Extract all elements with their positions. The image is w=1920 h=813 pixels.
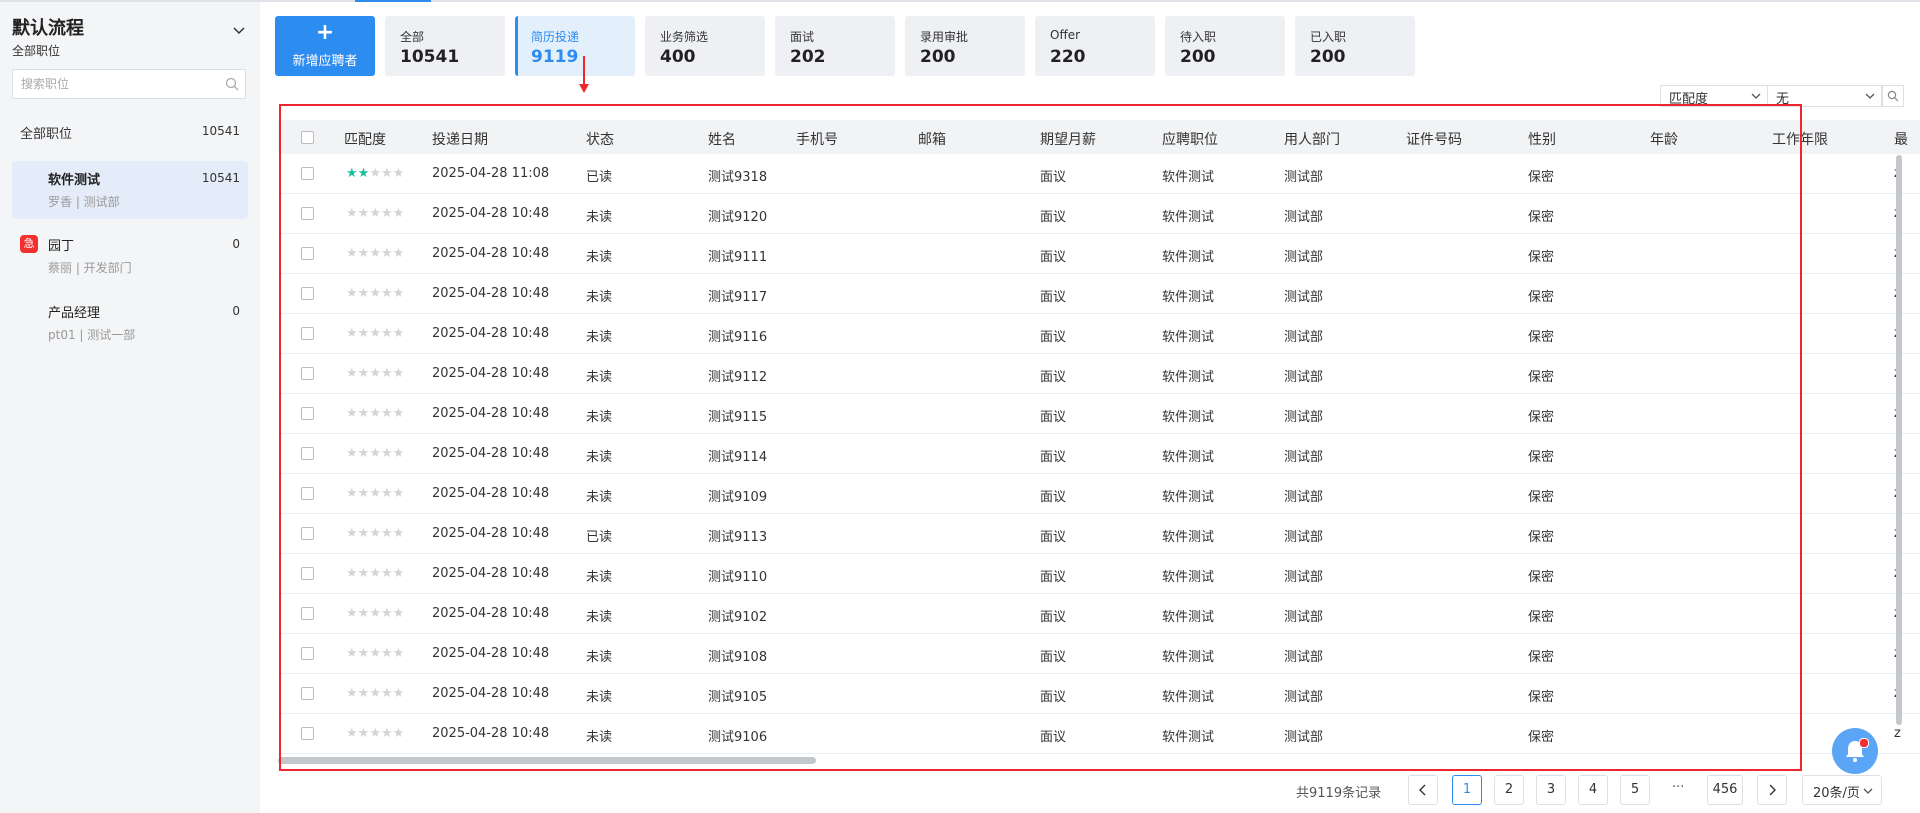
page-button[interactable]: 1 — [1452, 775, 1482, 805]
job-name: 产品经理 — [48, 306, 101, 321]
search-icon[interactable] — [225, 77, 239, 91]
active-tab-indicator — [355, 0, 431, 2]
all-jobs-label[interactable]: 全部职位 — [20, 123, 72, 142]
stage-count: 10541 — [400, 47, 460, 67]
job-item-gardener[interactable]: 急 园丁 蔡丽 | 开发部门 0 — [12, 227, 248, 285]
stage-tab[interactable]: 业务筛选 400 — [645, 16, 765, 76]
job-count: 0 — [232, 304, 240, 318]
stage-count: 200 — [1180, 47, 1216, 67]
stage-count: 400 — [660, 47, 696, 67]
page-button[interactable]: 3 — [1536, 775, 1566, 805]
stage-tab[interactable]: 全部 10541 — [385, 16, 505, 76]
column-header[interactable]: 最 — [1894, 129, 1908, 149]
stage-count: 200 — [1310, 47, 1346, 67]
vertical-scrollbar[interactable] — [1896, 155, 1902, 725]
job-item-product-manager[interactable]: 产品经理 pt01 | 测试一部 0 — [12, 294, 248, 352]
stage-tab[interactable]: 简历投递 9119 — [515, 16, 635, 76]
process-subtitle: 全部职位 — [12, 44, 61, 58]
job-meta: 罗香 | 测试部 — [48, 195, 120, 209]
next-page-button[interactable] — [1757, 775, 1787, 805]
job-item-software-test[interactable]: 软件测试 罗香 | 测试部 10541 — [12, 161, 248, 219]
job-search-input[interactable] — [19, 76, 223, 92]
urgent-badge: 急 — [20, 235, 38, 253]
job-name: 软件测试 — [48, 173, 101, 188]
sidebar: 默认流程 全部职位 全部职位 10541 软件测试 罗香 | 测试部 10541… — [0, 2, 260, 813]
sort-search-button[interactable] — [1882, 85, 1904, 107]
stage-tab[interactable]: 录用审批 200 — [905, 16, 1025, 76]
stage-tab[interactable]: 待入职 200 — [1165, 16, 1285, 76]
stage-count: 202 — [790, 47, 826, 67]
total-records: 共9119条记录 — [1296, 786, 1382, 801]
job-meta: 蔡丽 | 开发部门 — [48, 261, 132, 275]
highlight-frame — [279, 104, 1802, 771]
cell-last: z — [1894, 726, 1901, 741]
stage-label: Offer — [1050, 28, 1081, 42]
notification-dot — [1859, 738, 1869, 748]
job-count: 0 — [232, 237, 240, 251]
chevron-down-icon[interactable] — [232, 24, 246, 38]
chevron-down-icon — [1865, 93, 1875, 99]
top-divider — [0, 0, 1920, 2]
process-title[interactable]: 默认流程 — [12, 14, 84, 40]
prev-page-button[interactable] — [1408, 775, 1438, 805]
page-ellipsis: ··· — [1672, 780, 1685, 795]
job-search-box[interactable] — [12, 69, 246, 99]
stage-label: 全部 — [400, 30, 425, 44]
job-count: 10541 — [201, 171, 240, 185]
chevron-down-icon — [1751, 93, 1761, 99]
stage-label: 面试 — [790, 30, 815, 44]
job-name: 园丁 — [48, 239, 75, 254]
stage-count: 9119 — [531, 47, 579, 67]
page-button[interactable]: 2 — [1494, 775, 1524, 805]
stage-label: 业务筛选 — [660, 30, 709, 44]
stage-tab[interactable]: Offer 220 — [1035, 16, 1155, 76]
stage-label: 待入职 — [1180, 30, 1217, 44]
page-last-button[interactable]: 456 — [1707, 775, 1743, 805]
stage-label: 已入职 — [1310, 30, 1347, 44]
stage-label: 简历投递 — [531, 30, 580, 44]
notification-button[interactable] — [1832, 728, 1878, 774]
page-size-select[interactable]: 20条/页 — [1802, 775, 1882, 805]
chevron-down-icon — [1863, 788, 1873, 794]
stage-label: 录用审批 — [920, 30, 969, 44]
stage-count: 220 — [1050, 47, 1086, 67]
chevron-left-icon — [1419, 784, 1426, 796]
plus-icon: + — [315, 20, 335, 45]
page-size-value: 20条/页 — [1813, 786, 1860, 801]
page-button[interactable]: 5 — [1620, 775, 1650, 805]
add-candidate-button[interactable]: + 新增应聘者 — [275, 16, 375, 76]
add-candidate-label: 新增应聘者 — [292, 54, 358, 69]
all-jobs-count: 10541 — [201, 124, 240, 138]
stage-tab[interactable]: 已入职 200 — [1295, 16, 1415, 76]
red-arrow-annotation — [579, 56, 589, 93]
search-icon — [1887, 90, 1899, 102]
job-meta: pt01 | 测试一部 — [48, 328, 136, 342]
page-button[interactable]: 4 — [1578, 775, 1608, 805]
stage-tab[interactable]: 面试 202 — [775, 16, 895, 76]
stage-count: 200 — [920, 47, 956, 67]
chevron-right-icon — [1769, 784, 1776, 796]
